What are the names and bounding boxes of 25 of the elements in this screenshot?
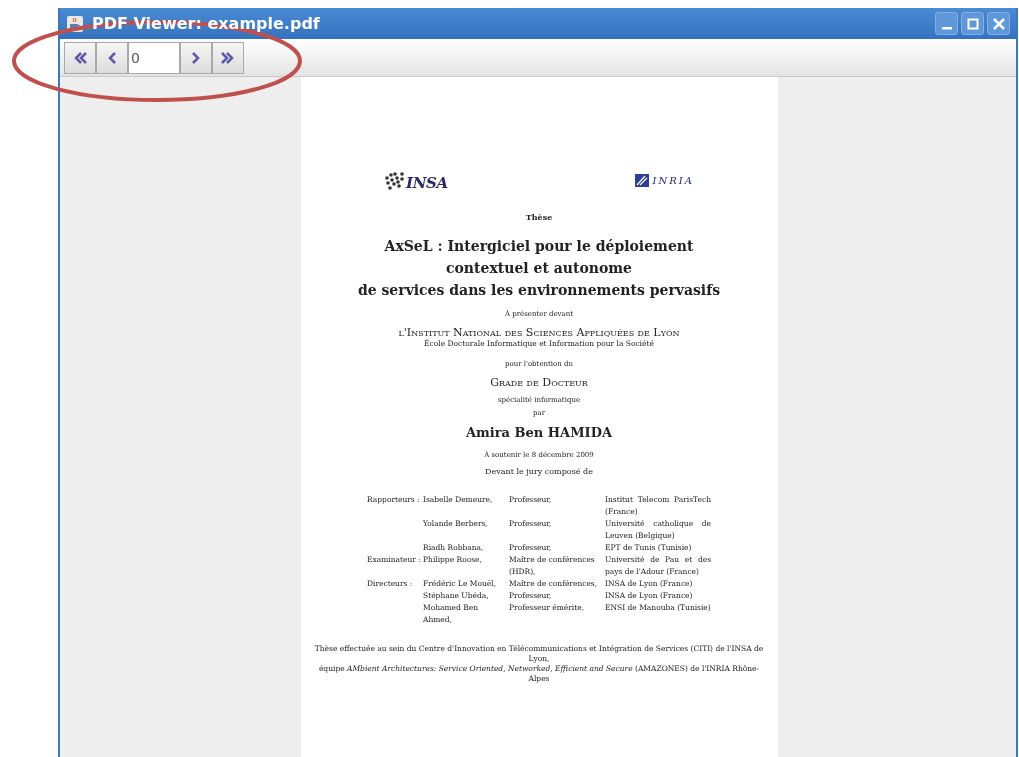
- degree-name: Grade de Docteur: [490, 375, 588, 392]
- thesis-title: de services dans les environnements pervasifs: [357, 281, 721, 300]
- maximize-icon: [967, 18, 978, 29]
- dots-logo-icon: [384, 169, 406, 191]
- last-page-button[interactable]: [212, 41, 244, 74]
- last-page-icon: [220, 49, 236, 66]
- maximize-button[interactable]: [961, 12, 984, 35]
- previous-page-button[interactable]: [96, 41, 128, 74]
- stripes-logo-icon: [634, 173, 649, 187]
- thesis-title: contextuel et autonome: [445, 259, 632, 278]
- author-name: Amira Ben HAMIDA: [466, 423, 612, 442]
- next-page-button[interactable]: [180, 41, 212, 74]
- logo-text: INSA: [406, 176, 448, 191]
- first-page-icon: [72, 49, 88, 66]
- document-text: Devant le jury composé de: [485, 465, 593, 478]
- logo-text: INRIA: [652, 173, 694, 188]
- page-number-field[interactable]: 0: [128, 41, 180, 74]
- minimize-icon: [941, 26, 952, 29]
- first-page-button[interactable]: [64, 41, 96, 74]
- thesis-label: Thèse: [525, 211, 553, 223]
- minimize-button[interactable]: [935, 12, 958, 35]
- close-icon: [992, 17, 1005, 30]
- close-button[interactable]: [987, 12, 1010, 35]
- institute-name: l'Institut National des Sciences Appliquées de Lyon: [398, 325, 680, 339]
- thesis-title: AxSeL : Intergiciel pour le déploiement: [384, 237, 694, 256]
